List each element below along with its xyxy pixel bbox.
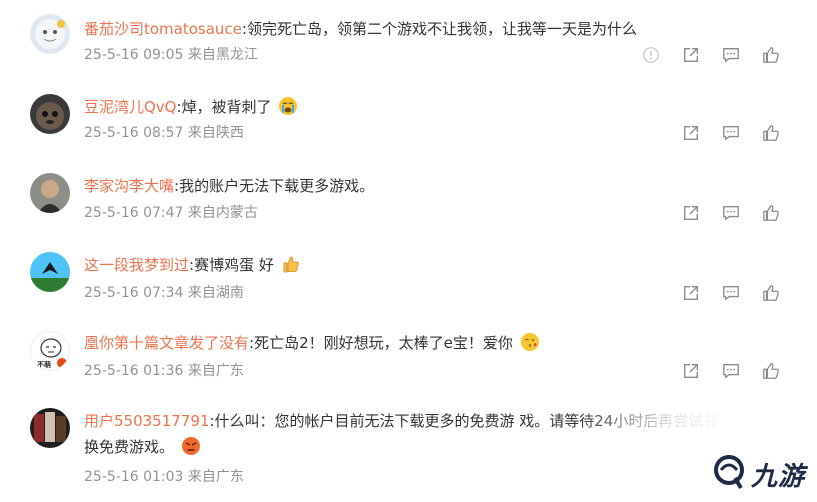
comment-text: :领完死亡岛，领第二个游戏不让我领，让我等一天是为什么 [241,20,637,38]
comment-icon[interactable] [721,203,741,223]
comment-time: 25-5-16 07:34 [84,285,184,301]
comment-meta: 25-5-16 08:57 来自陕西 [84,123,244,143]
comment-actions [681,203,781,223]
comment-text: :焯，被背刺了 [176,98,272,116]
comment-location: 来自内蒙古 [187,205,258,221]
comment-icon[interactable] [721,123,741,143]
angry-face-icon [181,436,201,456]
watermark-overlay: 九游 [587,397,817,502]
username-link[interactable]: 这一段我梦到过 [84,256,189,274]
like-icon[interactable] [761,361,781,381]
comment-actions [681,361,781,381]
comment-location: 来自陕西 [187,125,244,141]
like-icon[interactable] [761,203,781,223]
comment-text-line: 这一段我梦到过:赛博鸡蛋 好 [84,254,301,276]
comment-meta: 25-5-16 01:03 来自广东 [84,467,244,487]
share-icon[interactable] [681,45,701,65]
username-link[interactable]: 豆泥湾儿QvQ [84,98,177,116]
comment-text: :我的账户无法下载更多游戏。 [174,177,375,195]
avatar[interactable] [30,94,70,134]
comment-text-line: 豆泥湾儿QvQ:焯，被背刺了 [84,96,298,118]
comment-location: 来自黑龙江 [187,47,258,63]
comment-actions [681,123,781,143]
like-icon[interactable] [761,123,781,143]
comment-time: 25-5-16 08:57 [84,125,184,141]
crying-face-icon [278,96,298,116]
thumbs-up-icon [281,254,301,274]
comment-text: :死亡岛2！刚好想玩，太棒了e宝！爱你 [249,334,513,352]
comment-location: 来自广东 [187,363,244,379]
avatar-text: 不萌 [37,361,51,369]
comment-location: 来自广东 [187,469,244,485]
comment-location: 来自湖南 [187,285,244,301]
comment-time: 25-5-16 01:36 [84,363,184,379]
username-link[interactable]: 番茄沙司tomatosauce [84,20,242,38]
avatar[interactable]: 不萌 [30,331,70,371]
comment-meta: 25-5-16 01:36 来自广东 [84,361,244,381]
avatar[interactable] [30,252,70,292]
like-icon[interactable] [761,283,781,303]
share-icon[interactable] [681,203,701,223]
comment-meta: 25-5-16 07:34 来自湖南 [84,283,244,303]
comment-actions [681,283,781,303]
share-icon[interactable] [681,123,701,143]
comment-text-line: 番茄沙司tomatosauce:领完死亡岛，领第二个游戏不让我领，让我等一天是为… [84,18,637,40]
like-icon[interactable] [761,45,781,65]
comment-time: 25-5-16 01:03 [84,469,184,485]
avatar[interactable] [30,173,70,213]
comment-meta: 25-5-16 09:05 来自黑龙江 [84,45,258,65]
comment-text-line-2: 换免费游戏。 [84,436,201,458]
comment-text-continued: 换免费游戏。 [84,438,175,456]
comment-text-line: 李家沟李大嘴:我的账户无法下载更多游戏。 [84,175,374,197]
report-icon[interactable] [641,45,661,65]
nine-game-logo-icon [709,452,749,496]
comment-time: 25-5-16 07:47 [84,205,184,221]
watermark-logo: 九游 [709,452,805,496]
kiss-face-icon [520,332,540,352]
comment-text-line: 凰你第十篇文章发了没有:死亡岛2！刚好想玩，太棒了e宝！爱你 [84,332,540,354]
share-icon[interactable] [681,283,701,303]
share-icon[interactable] [681,361,701,381]
username-link[interactable]: 凰你第十篇文章发了没有 [84,334,249,352]
avatar[interactable] [30,14,70,54]
comment-time: 25-5-16 09:05 [84,47,184,63]
comment-icon[interactable] [721,45,741,65]
watermark-text: 九游 [750,461,805,492]
username-link[interactable]: 李家沟李大嘴 [84,177,174,195]
comment-icon[interactable] [721,283,741,303]
avatar[interactable] [30,408,70,448]
comment-meta: 25-5-16 07:47 来自内蒙古 [84,203,258,223]
comment-actions [641,45,781,65]
comment-text: :赛博鸡蛋 好 [189,256,274,274]
username-link[interactable]: 用户5503517791 [84,412,209,430]
comment-icon[interactable] [721,361,741,381]
